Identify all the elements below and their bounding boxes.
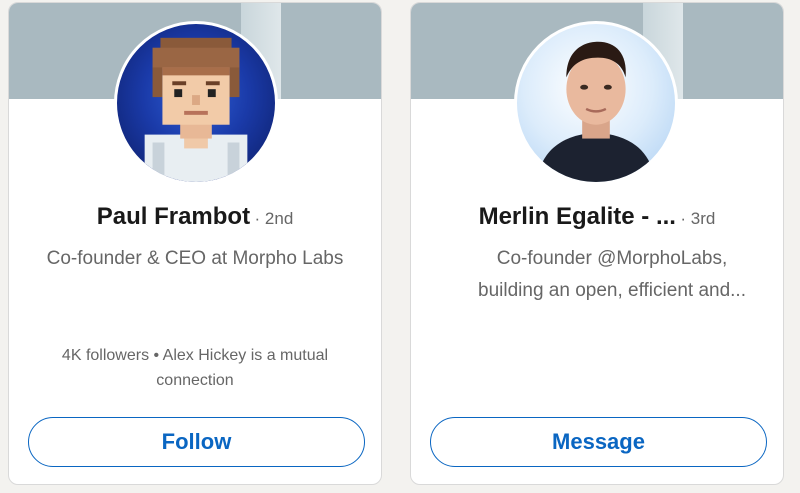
profile-card-merlin-egalite[interactable]: Merlin Egalite - ... · 3rd Co-founder @M… bbox=[410, 2, 784, 485]
name-row: Paul Frambot · 2nd bbox=[9, 203, 381, 231]
avatar[interactable] bbox=[114, 21, 278, 185]
follow-button[interactable]: Follow bbox=[28, 417, 365, 467]
profile-name[interactable]: Paul Frambot bbox=[97, 203, 250, 230]
connection-degree: · 3rd bbox=[680, 209, 716, 228]
profile-photo-icon bbox=[536, 41, 656, 182]
avatar[interactable] bbox=[514, 21, 678, 185]
profile-name[interactable]: Merlin Egalite - ... bbox=[479, 203, 676, 230]
profile-card-paul-frambot[interactable]: Paul Frambot · 2nd Co-founder & CEO at M… bbox=[8, 2, 382, 485]
message-button[interactable]: Message bbox=[430, 417, 767, 467]
follower-mutual-info: 4K followers • Alex Hickey is a mutual c… bbox=[61, 347, 329, 389]
connection-degree: · 2nd bbox=[254, 209, 294, 228]
pixel-art-avatar-icon bbox=[144, 37, 248, 182]
profile-headline: Co-founder @MorphoLabs, building an open… bbox=[451, 243, 773, 307]
headline-line: Co-founder @MorphoLabs, bbox=[496, 248, 728, 269]
headline-line: building an open, efficient and... bbox=[478, 280, 746, 301]
name-row: Merlin Egalite - ... · 3rd bbox=[411, 203, 783, 231]
profile-headline: Co-founder & CEO at Morpho Labs bbox=[46, 248, 344, 269]
